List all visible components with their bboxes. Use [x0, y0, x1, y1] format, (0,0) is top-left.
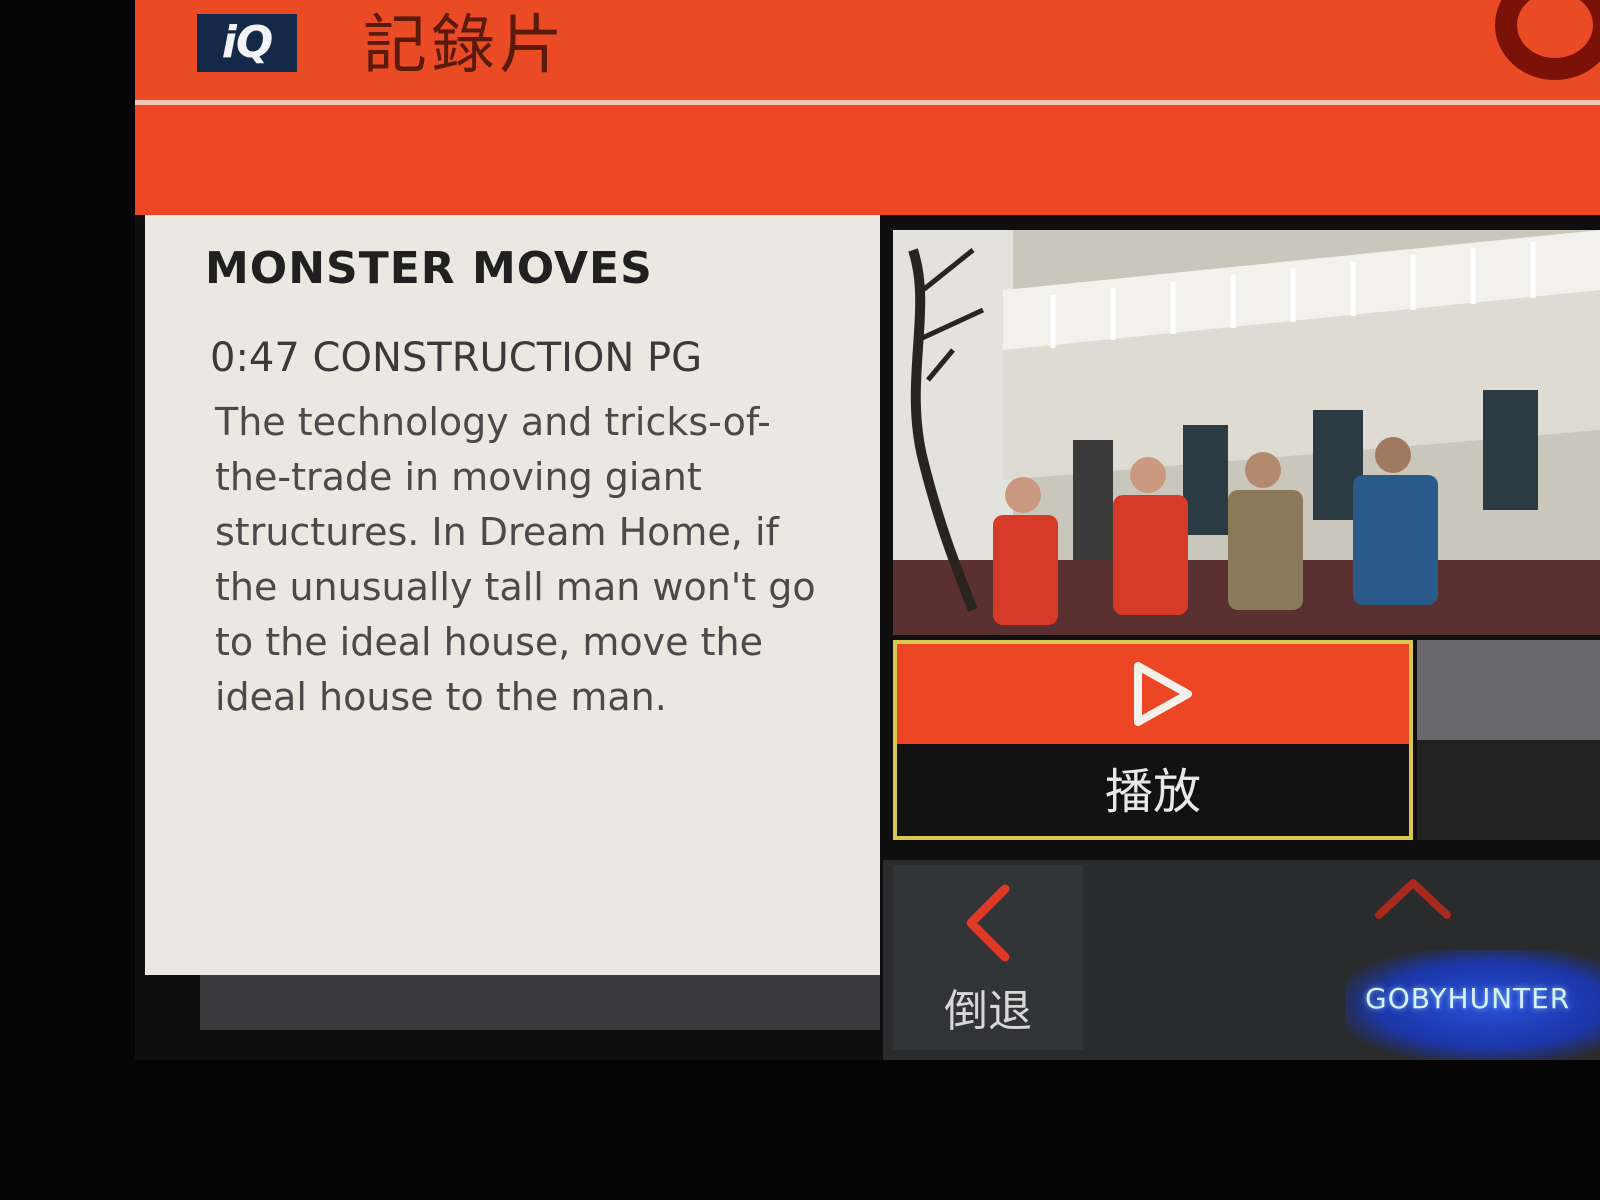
- iq-logo: iQ: [197, 14, 297, 72]
- header-band: [135, 105, 1600, 215]
- page-title: 記錄片: [363, 9, 567, 83]
- rewind-label: 倒退: [944, 986, 1032, 1037]
- side-panel-gray: [1417, 640, 1600, 740]
- watermark-text: GOBYHUNTER: [1365, 982, 1571, 1015]
- program-meta: 0:47 CONSTRUCTION PG: [210, 335, 703, 381]
- header-bar: iQ 記錄片: [135, 0, 1600, 100]
- program-description: The technology and tricks-of-the-trade i…: [215, 400, 816, 719]
- watermark: GOBYHUNTER: [1345, 950, 1600, 1060]
- program-title: MONSTER MOVES: [205, 243, 653, 294]
- program-info-panel: MONSTER MOVES 0:47 CONSTRUCTION PG The t…: [145, 215, 880, 975]
- side-panel-dark: [1417, 740, 1600, 840]
- rewind-button[interactable]: 倒退: [893, 865, 1083, 1050]
- info-bottom-strip: [200, 975, 880, 1030]
- play-icon: [1134, 662, 1192, 726]
- chevron-left-icon: [966, 884, 1010, 962]
- play-button[interactable]: 播放: [893, 640, 1413, 840]
- program-thumbnail: [893, 230, 1600, 635]
- play-label: 播放: [1104, 764, 1201, 820]
- chevron-up-icon: [1375, 879, 1451, 919]
- screen: iQ 記錄片 MONSTER MOVES 0:47 CONSTRUCTION P…: [135, 0, 1600, 1060]
- channel-logo-icon: [1495, 0, 1600, 80]
- play-button-top: [897, 644, 1409, 744]
